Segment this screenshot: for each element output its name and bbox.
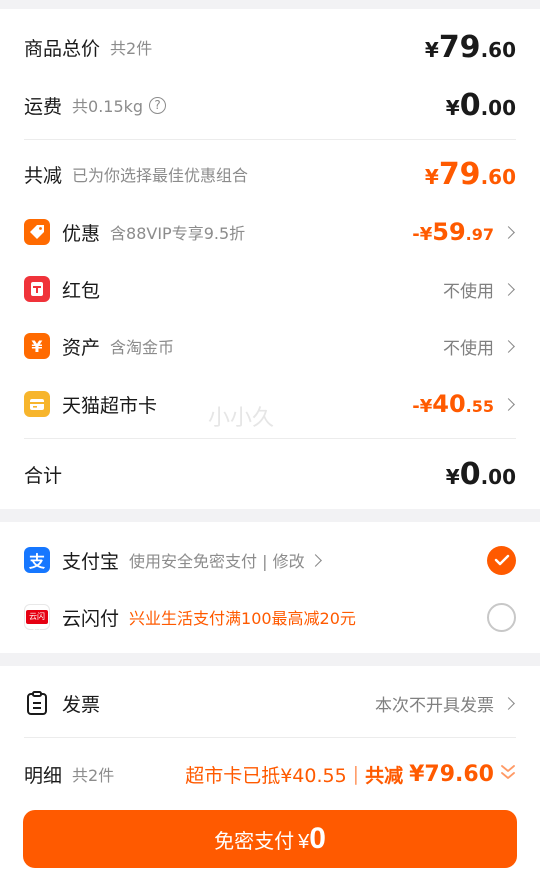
red-packet-row[interactable]: 红包 不使用	[24, 272, 516, 306]
price-decimal: .60	[480, 164, 516, 189]
total-row: 合计 ¥0.00	[24, 456, 516, 492]
order-summary-card: 商品总价 共2件 ¥79.60 运费 共0.15kg ? ¥0.00 共减 已为…	[0, 9, 540, 509]
price-decimal: .55	[465, 397, 494, 416]
price-decimal: .60	[480, 37, 516, 62]
divider	[24, 737, 516, 738]
supermarket-card-label: 天猫超市卡	[62, 394, 158, 417]
chevron-right-icon	[502, 339, 515, 353]
invoice-label: 发票	[62, 693, 101, 716]
pay-button-currency: ¥	[298, 831, 310, 853]
watermark: 小小久	[208, 406, 275, 431]
pay-button[interactable]: 免密支付 ¥ 0	[23, 810, 517, 868]
radio-selected[interactable]	[487, 545, 516, 575]
supermarket-card-value: -¥ 40.55	[412, 390, 494, 418]
goods-total-label: 商品总价	[24, 37, 101, 60]
discount-row[interactable]: 优惠 含88VIP专享9.5折 -¥ 59.97	[24, 215, 516, 249]
chevron-right-icon	[502, 696, 515, 710]
discount-label: 优惠	[62, 222, 101, 245]
asset-value: 不使用	[443, 338, 494, 359]
shipping-label: 运费	[24, 95, 63, 118]
chevron-right-icon	[502, 282, 515, 296]
payment-method-name: 云闪付	[62, 607, 120, 630]
asset-label: 资产	[62, 336, 101, 359]
price-integer: 40	[432, 390, 466, 418]
price-integer: 79	[438, 156, 481, 192]
divider	[24, 139, 516, 140]
radio-unselected[interactable]	[487, 602, 516, 632]
currency-symbol: ¥	[445, 464, 460, 489]
alipay-icon: 支	[24, 547, 50, 573]
invoice-row[interactable]: 发票 本次不开具发票	[24, 686, 516, 720]
red-packet-label: 红包	[62, 279, 101, 302]
yen-coin-icon: ¥	[24, 333, 50, 359]
detail-count: 共2件	[72, 766, 115, 785]
red-packet-value: 不使用	[443, 281, 494, 302]
currency-symbol: ¥	[424, 164, 439, 189]
supermarket-card-icon	[24, 391, 50, 417]
currency-symbol: ¥	[445, 95, 460, 120]
pay-button-label: 免密支付	[214, 831, 295, 853]
double-chevron-down-icon[interactable]	[500, 763, 516, 785]
tag-icon	[24, 219, 50, 245]
total-price: ¥0.00	[446, 457, 516, 492]
reduction-label: 共减	[24, 164, 63, 187]
price-integer: 0	[459, 456, 481, 492]
price-integer: 79	[438, 29, 481, 65]
separator: |	[352, 763, 360, 785]
price-integer: 59	[432, 218, 466, 246]
asset-note: 含淘金币	[110, 338, 175, 357]
chevron-right-icon	[502, 225, 515, 239]
payment-method-name: 支付宝	[62, 550, 120, 573]
unionpay-cloud-icon: 云闪付	[24, 604, 50, 635]
shipping-price: ¥0.00	[446, 88, 516, 123]
total-label: 合计	[24, 464, 63, 487]
detail-total-value: ¥79.60	[409, 761, 494, 787]
discount-note: 含88VIP专享9.5折	[110, 224, 246, 243]
payment-method-alipay[interactable]: 支 支付宝 使用安全免密支付 | 修改	[24, 544, 516, 576]
currency-symbol: -¥	[412, 224, 433, 245]
pay-button-amount: 0	[309, 822, 326, 855]
goods-total-price: ¥79.60	[425, 30, 516, 65]
payment-methods-card: 支 支付宝 使用安全免密支付 | 修改 云闪付 云闪付 兴业生活支付满100最高…	[0, 522, 540, 653]
unionpay-icon-text: 云闪付	[26, 610, 48, 635]
chevron-right-icon	[502, 397, 515, 411]
goods-count: 共2件	[110, 39, 153, 58]
currency-symbol: -¥	[412, 396, 433, 417]
help-icon[interactable]: ?	[149, 96, 167, 114]
price-decimal: .00	[480, 464, 516, 489]
detail-total-label: 共减	[365, 764, 404, 787]
price-integer: 0	[459, 87, 481, 123]
payment-method-desc[interactable]: 使用安全免密支付 | 修改	[129, 548, 305, 572]
discount-value: -¥ 59.97	[412, 218, 494, 246]
currency-symbol: ¥	[424, 37, 439, 62]
detail-label: 明细	[24, 764, 63, 787]
chevron-right-icon	[308, 553, 322, 567]
reduction-note: 已为你选择最佳优惠组合	[72, 166, 249, 185]
divider	[24, 438, 516, 439]
card-deduction-note: 超市卡已抵¥40.55	[185, 764, 347, 787]
detail-row[interactable]: 明细 共2件 超市卡已抵¥40.55 | 共减 ¥79.60	[24, 756, 516, 792]
invoice-value: 本次不开具发票	[375, 695, 494, 716]
price-decimal: .00	[480, 95, 516, 120]
reduction-row: 共减 已为你选择最佳优惠组合 ¥79.60	[24, 156, 516, 192]
payment-method-promo: 兴业生活支付满100最高减20元	[129, 609, 356, 628]
shipping-weight: 共0.15kg	[72, 97, 144, 116]
clipboard-icon	[24, 690, 50, 716]
payment-method-unionpay[interactable]: 云闪付 云闪付 兴业生活支付满100最高减20元	[24, 601, 516, 635]
goods-total-row: 商品总价 共2件 ¥79.60	[24, 29, 516, 65]
shipping-row: 运费 共0.15kg ? ¥0.00	[24, 87, 516, 123]
reduction-price: ¥79.60	[425, 157, 516, 192]
price-decimal: .97	[465, 225, 494, 244]
asset-row[interactable]: ¥ 资产 含淘金币 不使用	[24, 329, 516, 363]
red-packet-icon	[24, 276, 50, 302]
